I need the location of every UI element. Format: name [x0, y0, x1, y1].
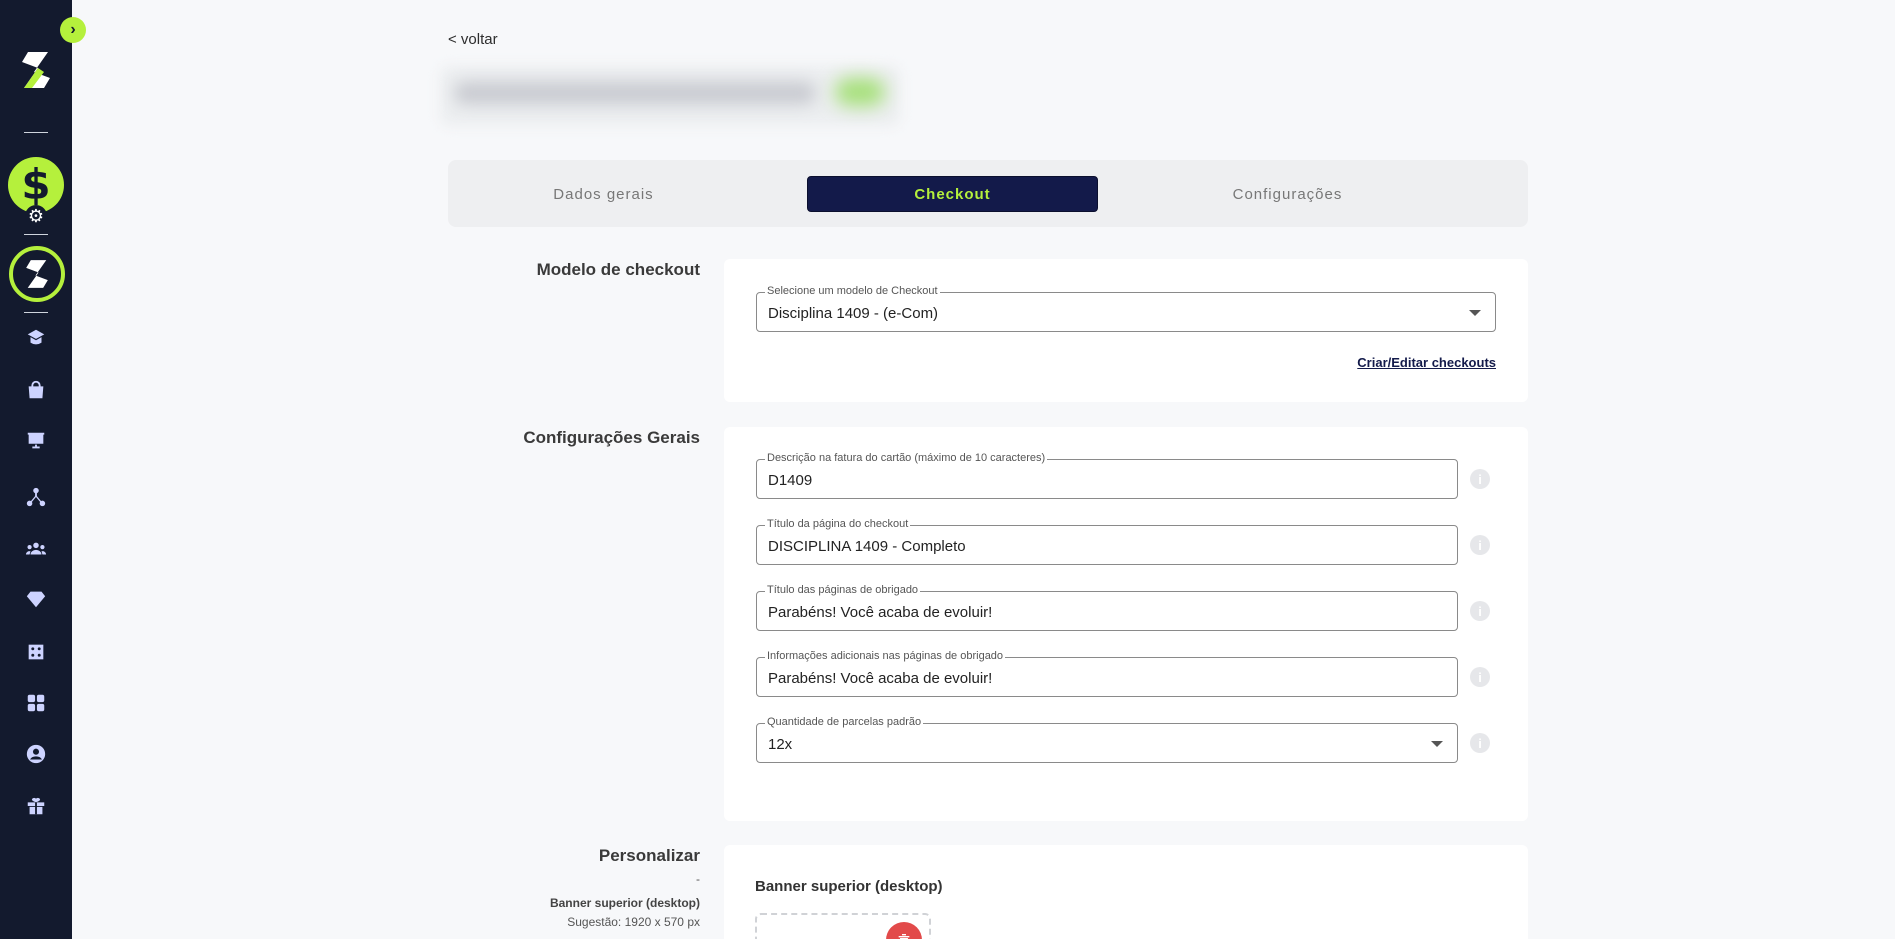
divider — [24, 312, 48, 313]
field-value: Parabéns! Você acaba de evoluir! — [768, 670, 993, 687]
info-icon[interactable]: i — [1470, 667, 1490, 687]
chevron-right-icon[interactable]: › — [60, 17, 86, 43]
checkout-model-card: Selecione um modelo de Checkout Discipli… — [724, 259, 1528, 402]
field-label: Título da página do checkout — [765, 518, 911, 530]
caret-down-icon — [1469, 310, 1481, 316]
dice-icon[interactable] — [24, 640, 48, 664]
shopping-bag-icon[interactable] — [24, 378, 48, 402]
info-icon[interactable]: i — [1470, 601, 1490, 621]
brand-logo-icon[interactable] — [18, 48, 54, 92]
field-value: D1409 — [768, 472, 813, 489]
network-icon[interactable] — [24, 485, 48, 509]
section-title-customize: Personalizar — [598, 846, 700, 865]
blurred-status-badge — [835, 78, 885, 106]
tab-dados-gerais[interactable]: Dados gerais — [458, 176, 749, 212]
section-title-general-settings: Configurações Gerais — [523, 428, 700, 447]
general-settings-card: Descrição na fatura do cartão (máximo de… — [724, 427, 1528, 821]
back-link[interactable]: < voltar — [448, 31, 498, 48]
thank-you-title-field[interactable]: Título das páginas de obrigado Parabéns!… — [756, 584, 1458, 631]
info-icon[interactable]: i — [1470, 733, 1490, 753]
sidebar: $ ⚙ — [0, 0, 72, 939]
diamond-icon[interactable] — [24, 587, 48, 611]
customize-card: Banner superior (desktop) — [724, 845, 1528, 939]
card-description-field[interactable]: Descrição na fatura do cartão (máximo de… — [756, 452, 1458, 499]
field-label: Informações adicionais nas páginas de ob… — [765, 650, 1006, 662]
field-label: Título das páginas de obrigado — [765, 584, 921, 596]
field-label: Selecione um modelo de Checkout — [765, 285, 940, 297]
tab-bar: Dados gerais Checkout Configurações — [448, 160, 1528, 227]
field-label: Quantidade de parcelas padrão — [765, 716, 924, 728]
group-icon[interactable] — [24, 537, 48, 561]
tab-checkout[interactable]: Checkout — [807, 176, 1098, 212]
edit-checkouts-link[interactable]: Criar/Editar checkouts — [1357, 355, 1496, 370]
field-value: Parabéns! Você acaba de evoluir! — [768, 604, 993, 621]
field-value: DISCIPLINA 1409 - Completo — [768, 538, 966, 555]
presentation-icon[interactable] — [24, 429, 48, 453]
info-icon[interactable]: i — [1470, 469, 1490, 489]
installments-select[interactable]: Quantidade de parcelas padrão 12x — [756, 716, 1458, 763]
field-value: Disciplina 1409 - (e-Com) — [768, 305, 939, 322]
banner-size-hint: Sugestão: 1920 x 570 px — [567, 915, 700, 929]
field-label: Descrição na fatura do cartão (máximo de… — [765, 452, 1048, 464]
banner-label: Banner superior (desktop) — [549, 896, 700, 910]
account-icon[interactable] — [24, 742, 48, 766]
divider — [24, 234, 48, 235]
divider — [24, 132, 48, 133]
checkout-page-title-field[interactable]: Título da página do checkout DISCIPLINA … — [756, 518, 1458, 565]
blurred-product-name — [455, 82, 815, 104]
caret-down-icon — [1431, 741, 1443, 747]
gift-icon[interactable] — [24, 794, 48, 818]
thank-you-info-field[interactable]: Informações adicionais nas páginas de ob… — [756, 650, 1458, 697]
checkout-model-select[interactable]: Selecione um modelo de Checkout Discipli… — [756, 285, 1496, 332]
info-icon[interactable]: i — [1470, 535, 1490, 555]
customize-dot: - — [696, 872, 700, 886]
gear-icon[interactable]: ⚙ — [25, 205, 47, 227]
ring-logo-icon[interactable] — [9, 246, 65, 302]
section-title-checkout-model: Modelo de checkout — [536, 260, 700, 279]
tab-configuracoes[interactable]: Configurações — [1142, 176, 1433, 212]
school-icon[interactable] — [24, 326, 48, 350]
apps-icon[interactable] — [24, 691, 48, 715]
banner-title: Banner superior (desktop) — [755, 878, 943, 895]
field-value: 12x — [768, 736, 793, 753]
